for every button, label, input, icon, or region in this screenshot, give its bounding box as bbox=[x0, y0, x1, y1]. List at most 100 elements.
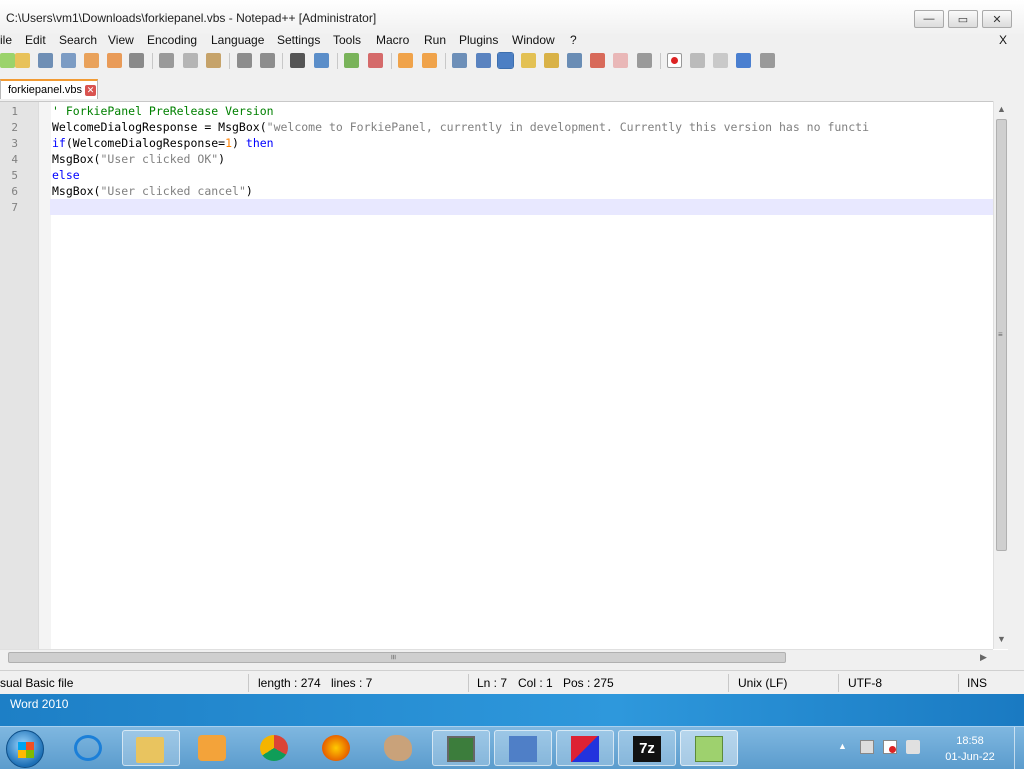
open-file-icon[interactable] bbox=[15, 53, 30, 68]
menu-settings[interactable]: Settings bbox=[277, 33, 320, 47]
menu-plugins[interactable]: Plugins bbox=[459, 33, 498, 47]
horizontal-scrollbar[interactable]: ≡ ▶ bbox=[0, 649, 993, 665]
save-icon[interactable] bbox=[38, 53, 53, 68]
run-macro-multiple-icon[interactable] bbox=[736, 53, 751, 68]
copy-icon[interactable] bbox=[183, 53, 198, 68]
vertical-scroll-thumb[interactable]: ≡ bbox=[996, 119, 1007, 551]
taskbar-button-7zip[interactable]: 7z bbox=[618, 730, 676, 766]
scroll-up-icon[interactable]: ▲ bbox=[997, 104, 1006, 114]
new-file-icon[interactable] bbox=[0, 53, 15, 68]
status-separator bbox=[248, 674, 249, 692]
redo-icon[interactable] bbox=[260, 53, 275, 68]
doc-map-icon[interactable] bbox=[544, 53, 559, 68]
menu-encoding[interactable]: Encoding bbox=[147, 33, 197, 47]
file-explorer-icon bbox=[136, 737, 164, 763]
replace-icon[interactable] bbox=[314, 53, 329, 68]
status-eol[interactable]: Unix (LF) bbox=[738, 676, 787, 690]
status-line-number: Ln : 7 bbox=[477, 676, 508, 690]
scroll-right-icon[interactable]: ▶ bbox=[980, 652, 987, 663]
menu-view[interactable]: View bbox=[108, 33, 134, 47]
menu-help[interactable]: ? bbox=[570, 33, 577, 47]
keyword-text: then bbox=[245, 136, 274, 150]
show-all-chars-icon[interactable] bbox=[476, 53, 491, 68]
word-wrap-icon[interactable] bbox=[452, 53, 467, 68]
menu-file[interactable]: ile bbox=[0, 33, 12, 47]
function-list-icon[interactable] bbox=[567, 53, 582, 68]
scroll-down-icon[interactable]: ▼ bbox=[997, 634, 1006, 644]
desktop-shortcut-label[interactable]: Word 2010 bbox=[10, 697, 68, 711]
taskbar-button-task-manager[interactable] bbox=[432, 730, 490, 766]
comment-text: ' ForkiePanel PreRelease Version bbox=[52, 104, 274, 118]
menu-window[interactable]: Window bbox=[512, 33, 555, 47]
paint-icon[interactable] bbox=[384, 735, 412, 761]
indent-guide-icon[interactable] bbox=[497, 52, 514, 69]
menu-search[interactable]: Search bbox=[59, 33, 97, 47]
find-icon[interactable] bbox=[290, 53, 305, 68]
save-all-icon[interactable] bbox=[61, 53, 76, 68]
close-all-icon[interactable] bbox=[107, 53, 122, 68]
monitoring-icon[interactable] bbox=[613, 53, 628, 68]
undo-icon[interactable] bbox=[237, 53, 252, 68]
menu-macro[interactable]: Macro bbox=[376, 33, 409, 47]
menu-tools[interactable]: Tools bbox=[333, 33, 361, 47]
action-center-icon[interactable] bbox=[883, 740, 897, 754]
start-button[interactable] bbox=[6, 730, 44, 768]
tab-close-icon[interactable]: ✕ bbox=[85, 85, 96, 96]
close-document-button[interactable]: X bbox=[999, 33, 1007, 47]
taskbar-button-notepad-plus-plus[interactable] bbox=[680, 730, 738, 766]
status-encoding[interactable]: UTF-8 bbox=[848, 676, 882, 690]
save-macro-icon[interactable] bbox=[760, 53, 775, 68]
network-icon[interactable] bbox=[860, 740, 874, 754]
eye-icon[interactable] bbox=[637, 53, 652, 68]
record-macro-icon[interactable] bbox=[667, 53, 682, 68]
user-language-icon[interactable] bbox=[521, 53, 536, 68]
sync-horizontal-icon[interactable] bbox=[422, 53, 437, 68]
maximize-button[interactable]: ▭ bbox=[948, 10, 978, 28]
firefox-icon[interactable] bbox=[322, 735, 350, 761]
show-desktop-button[interactable] bbox=[1014, 727, 1024, 769]
menu-run[interactable]: Run bbox=[424, 33, 446, 47]
show-hidden-icons-icon[interactable]: ▲ bbox=[838, 741, 847, 751]
title-bar[interactable]: C:\Users\vm1\Downloads\forkiepanel.vbs -… bbox=[0, 0, 1024, 34]
cut-icon[interactable] bbox=[159, 53, 174, 68]
code-line-1: ' ForkiePanel PreRelease Version bbox=[52, 104, 274, 118]
status-separator bbox=[468, 674, 469, 692]
code-line-2: WelcomeDialogResponse = MsgBox("welcome … bbox=[52, 120, 869, 134]
grip-icon: ≡ bbox=[998, 330, 1003, 339]
status-bar: sual Basic file length : 274 lines : 7 L… bbox=[0, 670, 1024, 695]
print-icon[interactable] bbox=[129, 53, 144, 68]
paste-icon[interactable] bbox=[206, 53, 221, 68]
sync-vertical-icon[interactable] bbox=[398, 53, 413, 68]
vertical-scrollbar[interactable]: ▲ ≡ ▼ bbox=[993, 101, 1009, 649]
menu-edit[interactable]: Edit bbox=[25, 33, 46, 47]
line-number: 5 bbox=[11, 169, 18, 182]
string-literal: "welcome to ForkiePanel, currently in de… bbox=[266, 120, 869, 134]
internet-explorer-icon[interactable] bbox=[74, 735, 102, 761]
close-icon: ✕ bbox=[992, 13, 1002, 26]
horizontal-scroll-thumb[interactable]: ≡ bbox=[8, 652, 786, 663]
code-text: ) bbox=[245, 184, 253, 198]
chrome-icon[interactable] bbox=[260, 735, 288, 761]
zoom-in-icon[interactable] bbox=[344, 53, 359, 68]
volume-icon[interactable] bbox=[906, 740, 920, 754]
menu-language[interactable]: Language bbox=[211, 33, 264, 47]
status-lines: lines : 7 bbox=[331, 676, 373, 690]
code-editor[interactable]: 1 2 3 4 5 6 7 ' ForkiePanel PreRelease V… bbox=[0, 101, 1008, 650]
tab-forkiepanel[interactable]: forkiepanel.vbs ✕ bbox=[0, 79, 98, 99]
folder-workspace-icon[interactable] bbox=[590, 53, 605, 68]
close-icon[interactable] bbox=[84, 53, 99, 68]
taskbar-button-explorer[interactable] bbox=[122, 730, 180, 766]
fold-margin[interactable] bbox=[38, 102, 51, 650]
taskbar-button-keyboard[interactable] bbox=[494, 730, 552, 766]
stop-macro-icon[interactable] bbox=[690, 53, 705, 68]
system-clock[interactable]: 18:58 01-Jun-22 bbox=[930, 733, 1010, 765]
line-number: 6 bbox=[11, 185, 18, 198]
status-separator bbox=[728, 674, 729, 692]
minimize-button[interactable]: — bbox=[914, 10, 944, 28]
play-macro-icon[interactable] bbox=[713, 53, 728, 68]
media-player-icon[interactable] bbox=[198, 735, 226, 761]
close-window-button[interactable]: ✕ bbox=[982, 10, 1012, 28]
taskbar-button-cube[interactable] bbox=[556, 730, 614, 766]
string-literal: "User clicked cancel" bbox=[100, 184, 246, 198]
zoom-out-icon[interactable] bbox=[368, 53, 383, 68]
